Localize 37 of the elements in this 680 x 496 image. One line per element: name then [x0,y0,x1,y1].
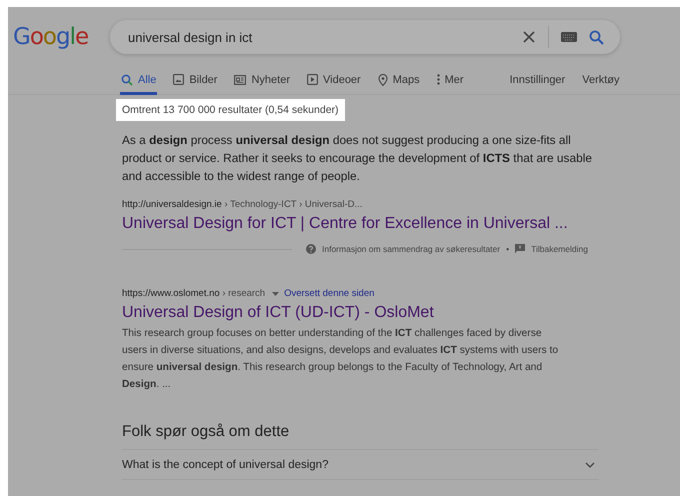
search-icon[interactable] [589,30,604,44]
tab[interactable]: Videoer [306,67,362,95]
result-stats: Omtrent 13 700 000 resultater (0,54 sekunder) [116,99,345,121]
tools-link[interactable]: Innstillinger [510,67,566,92]
snippet-text: As a design process universal design does not suggest producing a one size-fits all product or service. Rather it seeks to encourage the development of ICTS that are usable and accessible to the widest range of people. [122,132,593,185]
separator-dot: • [506,244,510,254]
tools-link[interactable]: Verktøy [582,67,620,92]
tab[interactable]: Alle [120,67,158,95]
tab[interactable]: Mer [436,67,465,95]
image-icon [173,74,184,85]
result-title-link[interactable]: Universal Design of ICT (UD-ICT) - OsloMet [122,304,600,322]
question-row[interactable]: What is the concept of universal design? [122,449,599,480]
logo[interactable]: Google [13,24,105,50]
search-field[interactable]: universal design in ict [128,30,510,44]
feedback-icon [515,244,526,254]
caret-icon[interactable] [272,292,280,296]
tab[interactable]: Nyheter [233,67,291,95]
tab[interactable]: Maps [376,67,421,95]
play-icon [307,74,318,85]
result-url: http://universaldesign.ie › Technology-ICT › Universal-D... [122,199,362,210]
tab[interactable]: Bilder [172,67,218,95]
chevron-down-icon [585,462,595,468]
keyboard-icon[interactable] [561,32,577,42]
result-snippet: This research group focuses on better understanding of the ICT challenges faced by diverse users in diverse situations, and also designs, develops and evaluates ICT systems with users to ensure universal design. This research group belongs to the Faculty of Technology, Art and Design. ... [122,327,560,392]
more-icon [436,74,440,85]
result-title-link[interactable]: Universal Design for ICT | Centre for Excellence in Universal ... [122,215,600,233]
close-icon[interactable] [522,30,536,44]
search-icon [121,74,133,86]
result-url: https://www.oslomet.no › research [122,288,266,299]
section-heading: Folk spør også om dette [122,423,290,441]
search-bar[interactable]: universal design in ict [110,20,620,54]
newspaper-icon [234,74,246,84]
translate-link[interactable]: Oversett denne siden [284,288,374,299]
about-link[interactable]: Informasjon om sammendrag av søkeresultater [322,244,500,254]
help-icon [306,244,316,254]
feedback-link[interactable]: Tilbakemelding [531,244,588,254]
location-pin-icon [378,74,388,86]
